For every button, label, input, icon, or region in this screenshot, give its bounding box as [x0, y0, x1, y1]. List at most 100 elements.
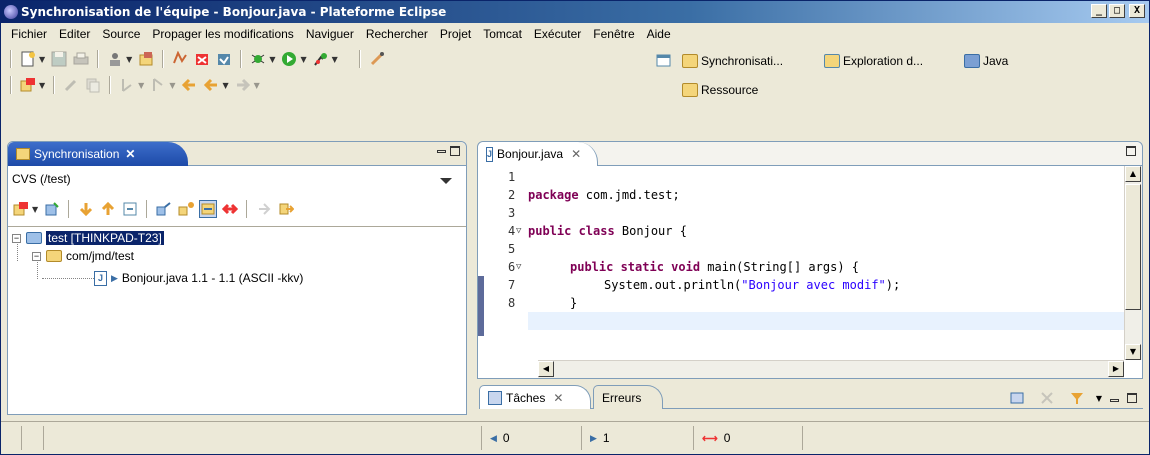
incoming-mode-icon[interactable]: [155, 200, 173, 218]
save-icon[interactable]: [50, 50, 68, 68]
update-icon[interactable]: [215, 50, 233, 68]
scroll-up-icon[interactable]: ▲: [1125, 166, 1141, 182]
close-button[interactable]: X: [1129, 4, 1145, 18]
filter-icon[interactable]: [1068, 389, 1086, 407]
refresh-icon[interactable]: [43, 200, 61, 218]
line-number: 3: [508, 206, 516, 220]
collapse-toggle-icon[interactable]: −: [32, 251, 41, 261]
forward-icon[interactable]: [234, 76, 252, 94]
code-text: }: [570, 296, 578, 310]
back-icon[interactable]: [202, 76, 220, 94]
perspective-exploration[interactable]: Exploration d...: [824, 51, 923, 71]
debug-icon[interactable]: [249, 50, 267, 68]
close-tab-icon[interactable]: ✕: [553, 391, 563, 405]
close-tab-icon[interactable]: ✕: [125, 147, 135, 161]
external-tools-icon[interactable]: [312, 50, 330, 68]
collapse-all-icon[interactable]: [121, 200, 139, 218]
scroll-left-icon[interactable]: ◀: [538, 361, 554, 377]
menu-projet[interactable]: Projet: [434, 25, 477, 43]
line-number: 1: [508, 170, 516, 184]
new-dropdown-icon[interactable]: ▼: [39, 55, 45, 64]
collapse-toggle-icon[interactable]: −: [12, 233, 21, 243]
menu-fenetre[interactable]: Fenêtre: [587, 25, 640, 43]
sync-view-dropdown-icon[interactable]: ▼: [39, 81, 45, 90]
team-icon[interactable]: [106, 50, 124, 68]
menu-rechercher[interactable]: Rechercher: [360, 25, 434, 43]
prev-annotation-icon[interactable]: [149, 76, 167, 94]
tree-row-file[interactable]: J ▶ Bonjour.java 1.1 - 1.1 (ASCII -kkv): [94, 269, 303, 287]
maximize-button[interactable]: □: [1109, 4, 1125, 18]
sync-icon[interactable]: [171, 50, 189, 68]
window-controls: _ □ X: [1091, 4, 1145, 18]
outgoing-icon: ▶: [590, 432, 597, 443]
menu-aide[interactable]: Aide: [641, 25, 677, 43]
tab-taches[interactable]: Tâches ✕: [479, 385, 591, 409]
toolbar-separator: [358, 50, 361, 68]
copy-icon[interactable]: [84, 76, 102, 94]
sync-view-icon[interactable]: [19, 76, 37, 94]
code-editor[interactable]: 1 2 3 4 5 6 7 8 ▽ ▽ package com.jmd.test…: [478, 166, 1124, 360]
add-task-icon[interactable]: [1008, 389, 1026, 407]
fold-icon[interactable]: ▽: [516, 222, 521, 240]
maximize-view-icon[interactable]: [1127, 393, 1137, 403]
debug-dropdown-icon[interactable]: ▼: [269, 55, 275, 64]
maximize-editor-icon[interactable]: [1126, 146, 1136, 156]
view-menu-icon[interactable]: [440, 178, 452, 184]
perspective-ressource[interactable]: Ressource: [682, 80, 758, 100]
maximize-view-icon[interactable]: [450, 146, 460, 156]
tab-synchronisation[interactable]: Synchronisation ✕: [8, 142, 188, 166]
conflicts-mode-icon[interactable]: [221, 200, 239, 218]
menu-propager[interactable]: Propager les modifications: [146, 25, 299, 43]
menu-executer[interactable]: Exécuter: [528, 25, 587, 43]
tab-label: Erreurs: [602, 390, 642, 405]
menu-naviguer[interactable]: Naviguer: [300, 25, 360, 43]
outgoing-mode-icon[interactable]: [177, 200, 195, 218]
view-menu-dropdown-icon[interactable]: ▼: [1096, 394, 1102, 403]
menu-source[interactable]: Source: [96, 25, 146, 43]
minimize-view-icon[interactable]: [437, 150, 446, 153]
editor-horizontal-scrollbar[interactable]: ◀ ▶: [538, 360, 1124, 378]
team-dropdown-icon[interactable]: ▼: [126, 55, 132, 64]
tree-row-folder[interactable]: − com/jmd/test: [32, 247, 134, 265]
menu-fichier[interactable]: Fichier: [5, 25, 53, 43]
edit-icon[interactable]: [62, 76, 80, 94]
pin-icon[interactable]: [368, 50, 386, 68]
prev-annotation-dropdown-icon[interactable]: ▼: [169, 81, 175, 90]
scroll-thumb[interactable]: [1125, 184, 1141, 310]
tree-row-project[interactable]: − test [THINKPAD-T23]: [12, 229, 164, 247]
editor-vertical-scrollbar[interactable]: ▲ ▼: [1124, 166, 1142, 360]
close-tab-icon[interactable]: ✕: [571, 147, 581, 161]
minimize-view-icon[interactable]: [1110, 398, 1119, 402]
previous-change-icon[interactable]: [99, 200, 117, 218]
delete-task-icon[interactable]: [1038, 389, 1056, 407]
next-annotation-dropdown-icon[interactable]: ▼: [138, 81, 144, 90]
minimize-button[interactable]: _: [1091, 4, 1107, 18]
export-icon[interactable]: [277, 200, 295, 218]
tab-bonjour-java[interactable]: J Bonjour.java ✕: [478, 142, 598, 166]
expand-icon[interactable]: [255, 200, 273, 218]
menu-editer[interactable]: Editer: [53, 25, 96, 43]
scroll-down-icon[interactable]: ▼: [1125, 344, 1141, 360]
run-icon[interactable]: [280, 50, 298, 68]
scroll-right-icon[interactable]: ▶: [1108, 361, 1124, 377]
both-modes-icon[interactable]: [199, 200, 218, 218]
back-dropdown-icon[interactable]: ▼: [222, 81, 228, 90]
menu-tomcat[interactable]: Tomcat: [477, 25, 528, 43]
synchronize-dropdown-icon[interactable]: ▼: [32, 205, 38, 214]
perspective-synchronisation[interactable]: Synchronisati...: [682, 51, 783, 71]
last-edit-icon[interactable]: [180, 76, 198, 94]
open-type-icon[interactable]: [137, 50, 155, 68]
next-change-icon[interactable]: [77, 200, 95, 218]
forward-dropdown-icon[interactable]: ▼: [254, 81, 260, 90]
commit-icon[interactable]: [193, 50, 211, 68]
open-perspective-button[interactable]: [656, 51, 672, 71]
external-tools-dropdown-icon[interactable]: ▼: [332, 55, 338, 64]
synchronize-icon[interactable]: [12, 200, 30, 218]
fold-icon[interactable]: ▽: [516, 258, 521, 276]
run-dropdown-icon[interactable]: ▼: [300, 55, 306, 64]
print-icon[interactable]: [72, 50, 90, 68]
perspective-java[interactable]: Java: [964, 51, 1008, 71]
tab-erreurs[interactable]: Erreurs: [593, 385, 663, 409]
next-annotation-icon[interactable]: [118, 76, 136, 94]
new-icon[interactable]: [19, 50, 37, 68]
